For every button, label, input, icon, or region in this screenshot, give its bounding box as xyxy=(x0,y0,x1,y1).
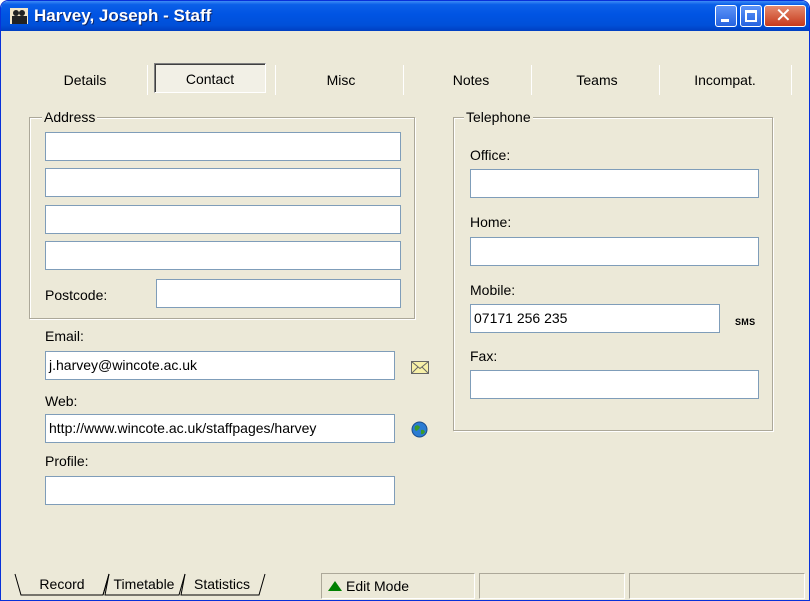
minimize-icon xyxy=(721,19,729,22)
tab-separator xyxy=(659,65,660,95)
web-field[interactable]: http://www.wincote.ac.uk/staffpages/harv… xyxy=(45,414,395,443)
minimize-button[interactable] xyxy=(715,5,737,27)
status-panel-3 xyxy=(629,573,805,599)
edit-mode-arrow-icon xyxy=(328,581,342,591)
tab-notes[interactable]: Notes xyxy=(431,65,511,95)
tab-separator xyxy=(791,65,792,95)
send-email-icon[interactable] xyxy=(411,361,429,374)
maximize-icon xyxy=(745,10,757,22)
open-web-globe-icon[interactable] xyxy=(411,421,428,438)
sms-button[interactable]: SMS xyxy=(735,317,755,327)
staff-icon xyxy=(10,8,28,24)
address-line-4-field[interactable] xyxy=(45,241,401,270)
address-line-3-field[interactable] xyxy=(45,205,401,234)
email-field[interactable]: j.harvey@wincote.ac.uk xyxy=(45,351,395,380)
tab-misc[interactable]: Misc xyxy=(301,65,381,95)
home-phone-field[interactable] xyxy=(470,237,759,266)
close-button[interactable]: ✕ xyxy=(764,5,806,27)
tab-record[interactable]: Record xyxy=(19,573,105,597)
status-panel-mode: Edit Mode xyxy=(321,573,475,599)
tab-separator xyxy=(147,65,148,95)
telephone-legend: Telephone xyxy=(464,109,533,125)
profile-field[interactable] xyxy=(45,476,395,505)
address-legend: Address xyxy=(42,109,98,125)
office-label: Office: xyxy=(470,147,511,163)
profile-label: Profile: xyxy=(45,453,89,469)
address-line-1-field[interactable] xyxy=(45,132,401,161)
tab-teams[interactable]: Teams xyxy=(557,65,637,95)
title-bar[interactable]: Harvey, Joseph - Staff ✕ xyxy=(1,1,809,31)
tab-timetable[interactable]: Timetable xyxy=(105,573,183,597)
tab-separator xyxy=(531,65,532,95)
tab-statistics[interactable]: Statistics xyxy=(181,573,263,597)
postcode-label: Postcode: xyxy=(45,287,108,303)
web-label: Web: xyxy=(45,393,78,409)
fax-field[interactable] xyxy=(470,370,759,399)
postcode-field[interactable] xyxy=(156,279,401,308)
staff-window: Harvey, Joseph - Staff ✕ Details Contact… xyxy=(0,0,810,601)
edit-mode-status: Edit Mode xyxy=(322,574,474,598)
tab-contact[interactable]: Contact xyxy=(154,63,266,93)
maximize-button[interactable] xyxy=(740,5,762,27)
mobile-label: Mobile: xyxy=(470,282,516,298)
address-line-2-field[interactable] xyxy=(45,168,401,197)
status-panel-2 xyxy=(479,573,625,599)
home-label: Home: xyxy=(470,214,512,230)
edit-mode-label: Edit Mode xyxy=(346,578,410,594)
close-icon: ✕ xyxy=(775,5,792,27)
tab-details[interactable]: Details xyxy=(45,65,125,95)
mobile-phone-field[interactable]: 07171 256 235 xyxy=(470,304,720,333)
tab-separator xyxy=(403,65,404,95)
tab-separator xyxy=(275,65,276,95)
window-title: Harvey, Joseph - Staff xyxy=(34,6,212,25)
email-label: Email: xyxy=(45,328,84,344)
fax-label: Fax: xyxy=(470,348,498,364)
office-phone-field[interactable] xyxy=(470,169,759,198)
tab-incompat[interactable]: Incompat. xyxy=(677,65,773,95)
